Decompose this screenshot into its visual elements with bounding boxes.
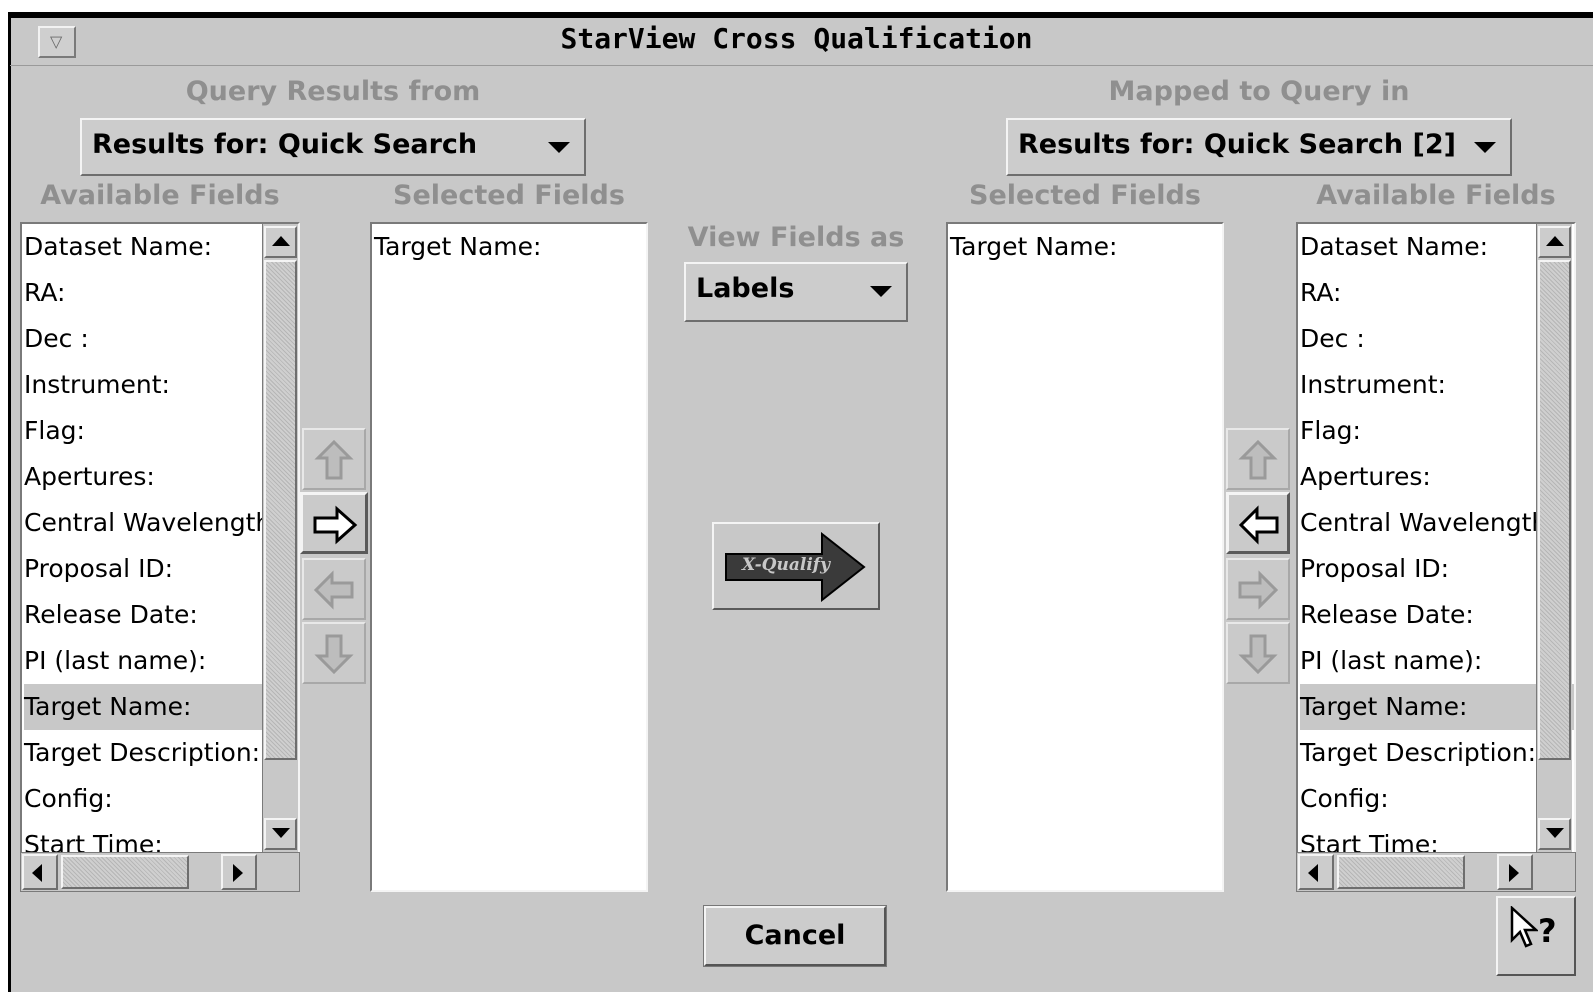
scroll-left-icon xyxy=(1308,864,1318,882)
scroll-right-button[interactable] xyxy=(221,854,257,890)
scroll-up-button[interactable] xyxy=(1538,226,1571,258)
list-item[interactable]: Start Time: xyxy=(24,822,298,854)
list-item[interactable]: Flag: xyxy=(1300,408,1574,454)
arrow-right-icon xyxy=(313,505,358,545)
chevron-down-icon xyxy=(548,142,570,153)
list-item[interactable]: Release Date: xyxy=(24,592,298,638)
right-move-down-button[interactable] xyxy=(1226,622,1290,684)
right-available-fields-label: Available Fields xyxy=(1316,180,1556,211)
context-help-button[interactable]: ? xyxy=(1496,896,1576,976)
list-item[interactable]: RA: xyxy=(24,270,298,316)
left-vertical-scrollbar[interactable] xyxy=(262,224,298,854)
scroll-right-button[interactable] xyxy=(1497,854,1533,890)
list-item[interactable]: Config: xyxy=(1300,776,1574,822)
left-move-left-button[interactable] xyxy=(302,558,366,620)
list-item[interactable]: Proposal ID: xyxy=(1300,546,1574,592)
scroll-down-button[interactable] xyxy=(264,818,297,850)
list-item[interactable]: Release Date: xyxy=(1300,592,1574,638)
list-item[interactable]: Target Name: xyxy=(24,684,298,730)
left-move-down-button[interactable] xyxy=(302,622,366,684)
arrow-left-icon xyxy=(313,570,354,610)
left-available-fields-label: Available Fields xyxy=(40,180,280,211)
list-item[interactable]: Dec : xyxy=(1300,316,1574,362)
list-item[interactable]: Dataset Name: xyxy=(24,224,298,270)
list-item[interactable]: Proposal ID: xyxy=(24,546,298,592)
list-item[interactable]: Target Description: xyxy=(24,730,298,776)
left-horizontal-scrollbar[interactable] xyxy=(20,852,300,892)
help-pointer-icon xyxy=(1510,906,1538,948)
list-item[interactable]: Target Name: xyxy=(950,224,1222,270)
right-move-up-button[interactable] xyxy=(1226,428,1290,490)
right-horizontal-scrollbar[interactable] xyxy=(1296,852,1576,892)
list-item[interactable]: PI (last name): xyxy=(24,638,298,684)
query-results-from-label: Query Results from xyxy=(185,76,481,107)
list-item[interactable]: Dataset Name: xyxy=(1300,224,1574,270)
scroll-left-icon xyxy=(32,864,42,882)
arrow-right-icon xyxy=(1238,570,1279,610)
left-move-up-button[interactable] xyxy=(302,428,366,490)
right-selected-list[interactable]: Target Name: xyxy=(946,222,1224,892)
list-item[interactable]: Config: xyxy=(24,776,298,822)
chevron-down-icon xyxy=(870,286,892,297)
list-item[interactable]: Apertures: xyxy=(24,454,298,500)
help-question-glyph: ? xyxy=(1538,912,1557,950)
horizontal-scroll-thumb[interactable] xyxy=(1337,855,1465,889)
list-item[interactable]: Target Name: xyxy=(1300,684,1574,730)
scroll-down-button[interactable] xyxy=(1538,818,1571,850)
scroll-up-icon xyxy=(1546,236,1564,246)
arrow-down-icon xyxy=(1238,634,1278,675)
list-item[interactable]: Apertures: xyxy=(1300,454,1574,500)
chevron-down-icon xyxy=(1474,142,1496,153)
list-item[interactable]: Flag: xyxy=(24,408,298,454)
left-available-list[interactable]: Dataset Name: RA: Dec : Instrument: Flag: Ape… xyxy=(20,222,300,856)
right-available-list[interactable]: Dataset Name: RA: Dec : Instrument: Flag: Ape… xyxy=(1296,222,1576,856)
arrow-up-icon xyxy=(1238,439,1278,480)
list-item[interactable]: Instrument: xyxy=(24,362,298,408)
left-selected-fields-label: Selected Fields xyxy=(393,180,625,211)
list-item[interactable]: Dec : xyxy=(24,316,298,362)
list-item[interactable]: Target Description: xyxy=(1300,730,1574,776)
arrow-down-icon xyxy=(314,634,354,675)
list-item[interactable]: Instrument: xyxy=(1300,362,1574,408)
arrow-up-icon xyxy=(314,439,354,480)
scroll-down-icon xyxy=(1546,828,1564,838)
arrow-left-icon xyxy=(1238,505,1279,545)
left-selected-list[interactable]: Target Name: xyxy=(370,222,648,892)
source-query-value: Results for: Quick Search xyxy=(92,129,478,160)
list-item[interactable]: Central Wavelength: xyxy=(1300,500,1574,546)
list-item[interactable]: Target Name: xyxy=(374,224,646,270)
right-move-right-button[interactable] xyxy=(1226,558,1290,620)
horizontal-scroll-thumb[interactable] xyxy=(61,855,189,889)
scroll-thumb[interactable] xyxy=(1538,260,1571,760)
scroll-right-icon xyxy=(1509,864,1519,882)
view-fields-as-combo[interactable]: Labels xyxy=(684,262,908,322)
view-fields-as-label: View Fields as xyxy=(687,222,905,253)
view-fields-as-value: Labels xyxy=(696,273,795,304)
left-move-right-button[interactable] xyxy=(300,492,368,554)
scroll-left-button[interactable] xyxy=(22,854,58,890)
source-query-combo[interactable]: Results for: Quick Search xyxy=(80,118,586,176)
scroll-down-icon xyxy=(272,828,290,838)
scroll-up-icon xyxy=(272,236,290,246)
mapped-to-query-label: Mapped to Query in xyxy=(1108,76,1410,107)
right-move-left-button[interactable] xyxy=(1226,492,1290,554)
x-qualify-button[interactable]: X-Qualify xyxy=(712,522,880,610)
scroll-up-button[interactable] xyxy=(264,226,297,258)
list-item[interactable]: PI (last name): xyxy=(1300,638,1574,684)
scroll-left-button[interactable] xyxy=(1298,854,1334,890)
scroll-thumb[interactable] xyxy=(264,260,297,760)
right-selected-fields-label: Selected Fields xyxy=(969,180,1201,211)
x-qualify-label: X-Qualify xyxy=(742,555,830,575)
target-query-combo[interactable]: Results for: Quick Search [2] xyxy=(1006,118,1512,176)
list-item[interactable]: Central Wavelength: xyxy=(24,500,298,546)
list-item[interactable]: Start Time: xyxy=(1300,822,1574,854)
right-vertical-scrollbar[interactable] xyxy=(1536,224,1572,854)
list-item[interactable]: RA: xyxy=(1300,270,1574,316)
scroll-right-icon xyxy=(233,864,243,882)
cancel-button[interactable]: Cancel xyxy=(703,905,887,967)
window-title: StarView Cross Qualification xyxy=(560,22,1033,55)
target-query-value: Results for: Quick Search [2] xyxy=(1018,129,1457,160)
